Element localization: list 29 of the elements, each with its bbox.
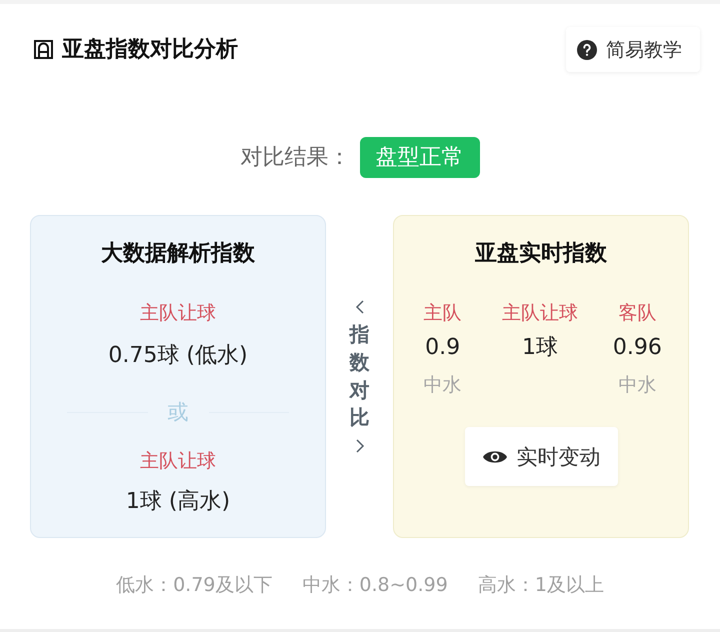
card-title: 大数据解析指数 <box>101 240 255 268</box>
panel-title: 亚盘指数对比分析 <box>62 36 238 64</box>
column-heading: 客队 <box>618 301 656 326</box>
legend-text: 高水：1及以上 <box>478 573 604 598</box>
handicap-value: 0.75球 (低水) <box>108 342 248 370</box>
handicap-label: 主队让球 <box>140 301 216 326</box>
odds-value: 0.9 <box>425 334 460 362</box>
odds-value: 0.96 <box>612 334 662 362</box>
result-badge: 盘型正常 <box>360 137 480 178</box>
legend-text: 低水：0.79及以下 <box>116 573 272 598</box>
column-heading: 主队 <box>424 301 462 326</box>
gate-icon <box>34 40 53 59</box>
chevron-left-icon[interactable] <box>354 299 364 316</box>
live-changes-button[interactable]: 实时变动 <box>464 427 618 486</box>
chevron-right-icon[interactable] <box>354 438 364 454</box>
compare-toggle-label[interactable]: 指数对比 <box>350 321 370 432</box>
card-title: 亚盘实时指数 <box>475 240 607 268</box>
help-icon <box>577 40 597 60</box>
water-level: 中水 <box>618 373 656 398</box>
result-label: 对比结果： <box>240 144 350 172</box>
legend-text: 中水：0.8~0.99 <box>302 573 448 598</box>
odds-value: 1球 <box>522 334 558 362</box>
eye-icon <box>482 448 506 464</box>
or-separator: 或 <box>168 399 188 426</box>
column-heading: 主队让球 <box>502 301 578 326</box>
handicap-label: 主队让球 <box>140 449 216 474</box>
water-level: 中水 <box>424 373 462 398</box>
handicap-value: 1球 (高水) <box>126 488 230 516</box>
tutorial-button[interactable]: 简易教学 <box>566 27 700 72</box>
